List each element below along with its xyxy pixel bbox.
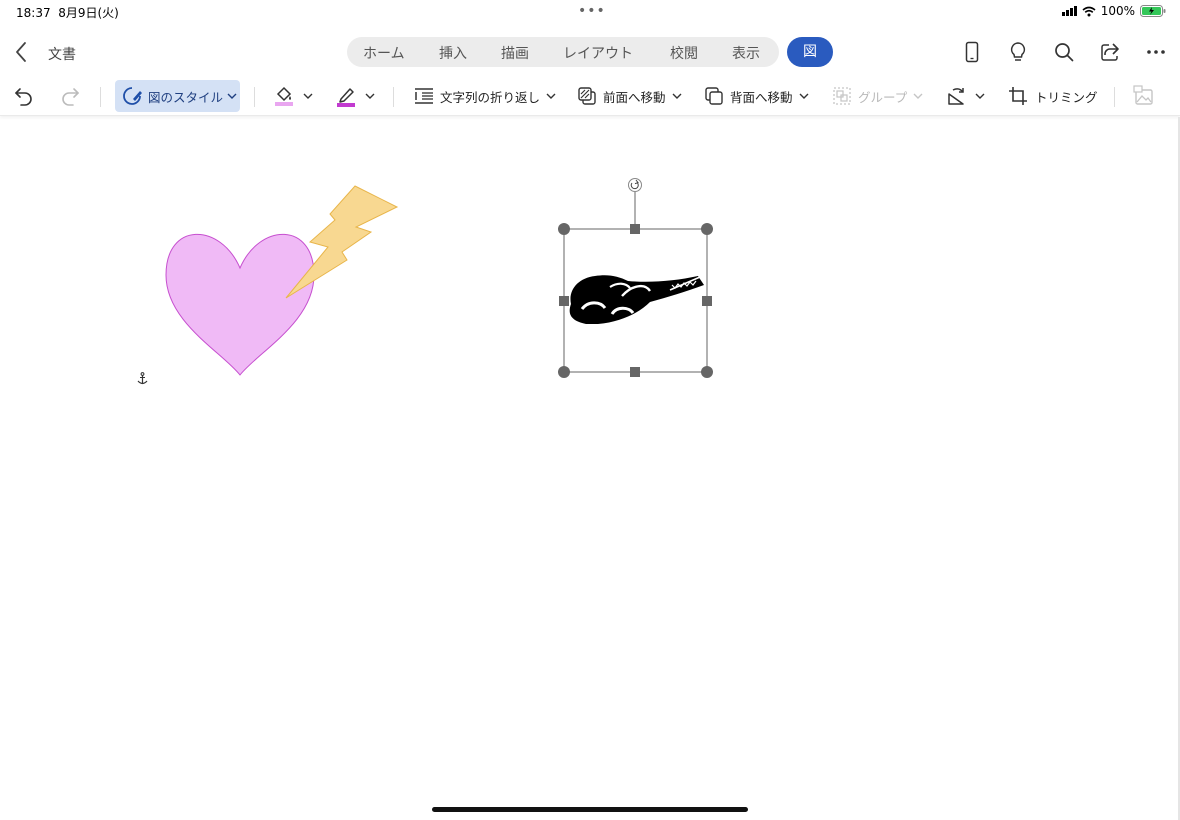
status-indicators: 100% [1061,4,1166,18]
alt-text-button[interactable] [1132,80,1156,112]
tab-draw[interactable]: 描画 [501,43,529,63]
tab-layout[interactable]: レイアウト [563,43,633,63]
chevron-down-icon [913,93,923,99]
picture-icon [1133,85,1153,105]
chevron-down-icon [303,93,313,99]
rotate-button[interactable] [945,80,985,112]
cellular-signal-icon [1061,6,1077,16]
tab-view[interactable]: 表示 [732,43,760,63]
search-icon[interactable] [1052,40,1076,64]
redo-button[interactable] [58,80,82,112]
tab-review[interactable]: 校閲 [670,43,698,63]
status-date: 8月9日(火) [58,6,119,20]
battery-charging-icon [1140,5,1166,17]
bring-forward-label: 前面へ移動 [603,89,666,105]
group-icon [833,87,851,105]
ribbon-divider [100,87,101,107]
wifi-icon [1082,6,1096,16]
picture-style-icon [123,87,142,105]
tab-home[interactable]: ホーム [363,43,405,63]
fill-bucket-icon [275,86,293,106]
redo-icon [62,88,79,106]
crop-label: トリミング [1035,89,1098,105]
chevron-down-icon [227,93,237,99]
lightbulb-icon[interactable] [1006,40,1030,64]
crop-icon [1009,87,1027,105]
bring-forward-icon [578,87,596,105]
undo-button[interactable] [12,80,36,112]
picture-style-button[interactable]: 図のスタイル [115,80,240,112]
status-time-text: 18:37 [16,6,51,20]
wrap-text-icon [415,88,433,104]
ribbon-divider [393,87,394,107]
phone-icon[interactable] [960,40,984,64]
pen-icon [337,88,355,107]
ribbon-divider [254,87,255,107]
fill-color-button[interactable] [272,80,313,112]
chevron-down-icon [799,93,809,99]
chevron-down-icon [365,93,375,99]
group-label: グループ [858,89,908,105]
more-icon[interactable] [1144,40,1168,64]
ribbon-tab-group: ホーム 挿入 描画 レイアウト 校閲 表示 [347,37,779,67]
send-backward-icon [705,87,723,105]
shapes-group [165,185,399,376]
back-button[interactable] [10,38,34,66]
chevron-down-icon [546,93,556,99]
status-bar: 18:37 8月9日(火) ••• 100% [0,0,1180,24]
anchor-icon [137,372,148,385]
tab-insert[interactable]: 挿入 [439,43,467,63]
chevron-down-icon [672,93,682,99]
top-bar: 文書 ホーム 挿入 描画 レイアウト 校閲 表示 図 [0,30,1180,74]
multitasking-dots-icon[interactable]: ••• [578,3,606,19]
undo-icon [15,88,32,106]
group-button[interactable]: グループ [831,80,923,112]
send-backward-label: 背面へ移動 [730,89,793,105]
selected-image-frame[interactable] [550,175,722,387]
line-color-button[interactable] [334,80,375,112]
heart-shape[interactable] [165,233,315,376]
rotate-icon [948,88,964,105]
share-icon[interactable] [1098,40,1122,64]
bring-forward-button[interactable]: 前面へ移動 [576,80,682,112]
picture-style-label: 図のスタイル [148,89,224,105]
chevron-down-icon [975,93,985,99]
rotate-handle-icon[interactable] [628,178,642,192]
ribbon-divider [1114,87,1115,107]
chevron-left-icon [16,42,26,62]
crocodile-image[interactable] [569,275,704,324]
home-indicator[interactable] [432,807,748,812]
ribbon-toolbar: 図のスタイル 文字列の折り返し 前面へ移動 背面へ移動 グループ トリミング [0,78,1180,116]
document-title[interactable]: 文書 [48,44,76,64]
send-backward-button[interactable]: 背面へ移動 [703,80,809,112]
wrap-text-button[interactable]: 文字列の折り返し [413,80,556,112]
crop-button[interactable]: トリミング [1007,80,1098,112]
status-time: 18:37 8月9日(火) [16,4,119,21]
tab-picture[interactable]: 図 [787,37,833,67]
wrap-text-label: 文字列の折り返し [440,89,541,105]
battery-percent: 100% [1100,4,1135,18]
